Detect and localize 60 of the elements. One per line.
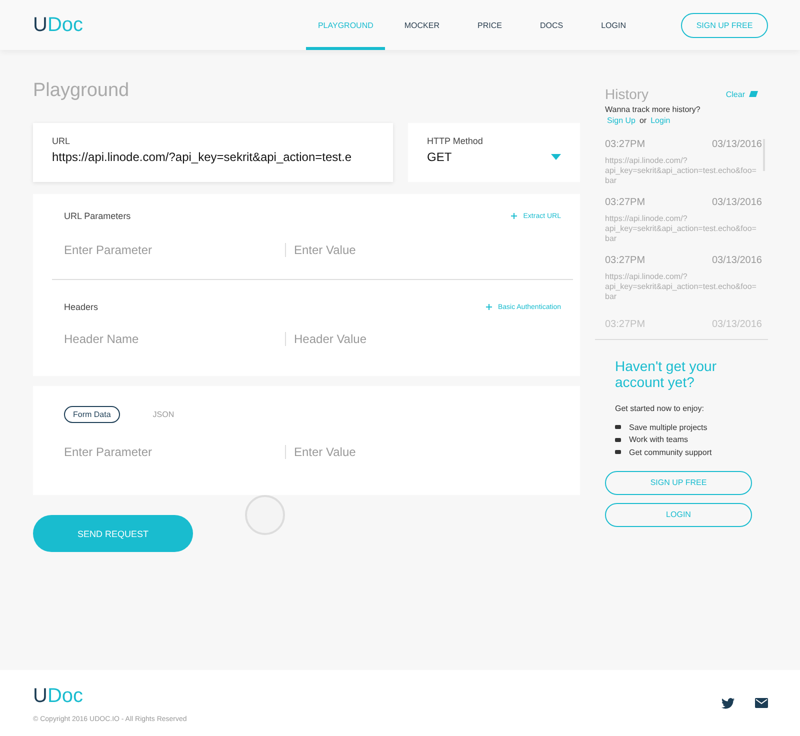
- url-label: URL: [52, 136, 72, 146]
- sign-up-button[interactable]: SIGN UP FREE: [681, 12, 768, 38]
- parameter-field[interactable]: Enter Parameter: [64, 445, 264, 459]
- bird-icon[interactable]: [721, 698, 735, 709]
- history-date: 03/13/2016: [712, 197, 762, 208]
- nav-link[interactable]: DOCS: [520, 0, 582, 50]
- sign-up-button[interactable]: SIGN UP FREE: [605, 470, 752, 495]
- history-time: 03:27PM: [605, 255, 646, 266]
- login-link[interactable]: Login: [650, 116, 670, 125]
- history-entry[interactable]: 03:27PM 03/13/2016 https://api.linode.com/?api_key=sekrit&api_action=test.echo&foo=bar: [605, 255, 762, 313]
- history-date: 03/13/2016: [712, 255, 762, 266]
- history-time: 03:27PM: [605, 197, 646, 208]
- history-date: 03/13/2016: [712, 139, 762, 150]
- or-text: or: [639, 116, 647, 125]
- plus-icon: [486, 304, 492, 310]
- promo-title: Haven't get your account yet?: [615, 358, 718, 390]
- history-url: https://api.linode.com/?api_key=sekrit&api_action=test.echo&foo=bar: [605, 214, 757, 244]
- feature-text: Get community support: [629, 448, 712, 457]
- history-entry[interactable]: 03:27PM 03/13/2016 https://api.linode.com/?api_key=sekrit&api_action=test.echo&foo=bar: [605, 197, 762, 255]
- history-entry[interactable]: 03:27PM 03/13/2016 https://api.linode.com/?api_key=sekrit&api_action=test.echo&foo=bar: [605, 139, 762, 197]
- bullet-icon: [615, 438, 621, 442]
- header-name-field[interactable]: Header Name: [64, 332, 214, 346]
- clear-button[interactable]: Clear: [726, 90, 758, 98]
- caret-icon: [551, 154, 561, 160]
- send-request-button[interactable]: SEND REQUEST: [33, 515, 193, 552]
- feature-text: Work with teams: [629, 435, 688, 444]
- value-field[interactable]: Enter Value: [294, 243, 534, 257]
- history-prompt: Wanna track more history?: [604, 105, 702, 114]
- parameter-field[interactable]: Enter Parameter: [64, 243, 264, 257]
- section-title: URL Parameters: [64, 211, 131, 221]
- nav-link[interactable]: PRICE: [458, 0, 521, 50]
- page-title: Playground: [33, 80, 130, 102]
- sign-up-link[interactable]: Sign Up: [607, 116, 636, 125]
- login-button[interactable]: LOGIN: [605, 502, 752, 527]
- bullet-icon: [615, 425, 621, 430]
- value-field[interactable]: Header Value: [294, 332, 534, 346]
- feature-text: Save multiple projects: [629, 422, 708, 432]
- nav-link[interactable]: PLAYGROUND: [306, 0, 386, 50]
- eraser-icon: [749, 91, 758, 97]
- logo[interactable]: UDoc: [33, 685, 187, 708]
- bullet-icon: [615, 450, 621, 454]
- body-tab[interactable]: JSON: [144, 406, 184, 423]
- nav-link[interactable]: MOCKER: [385, 0, 459, 50]
- value-field[interactable]: Enter Value: [294, 445, 534, 459]
- body-tab[interactable]: Form Data: [64, 406, 120, 423]
- history-time: 03:27PM: [605, 319, 646, 330]
- url-field[interactable]: https://api.linode.com/?api_key=sekrit&api_action=test.e: [52, 150, 382, 164]
- logo[interactable]: UDoc: [33, 14, 84, 36]
- http-method-dropdown[interactable]: HTTP Method GET: [408, 123, 580, 182]
- history-url: https://api.linode.com/?api_key=sekrit&api_action=test.echo&foo=bar: [605, 272, 757, 302]
- history-entry[interactable]: 03:27PM 03/13/2016: [605, 313, 762, 339]
- nav-link[interactable]: LOGIN: [582, 0, 645, 50]
- promo-text: Get started now to enjoy:: [615, 404, 705, 414]
- section-title: Headers: [64, 302, 98, 312]
- history-title: History: [605, 86, 649, 102]
- plus-icon: [511, 213, 518, 219]
- history-url: https://api.linode.com/?api_key=sekrit&api_action=test.echo&foo=bar: [605, 156, 757, 186]
- history-date: 03/13/2016: [712, 319, 762, 330]
- history-time: 03:27PM: [605, 139, 646, 150]
- mail-icon[interactable]: [755, 698, 768, 708]
